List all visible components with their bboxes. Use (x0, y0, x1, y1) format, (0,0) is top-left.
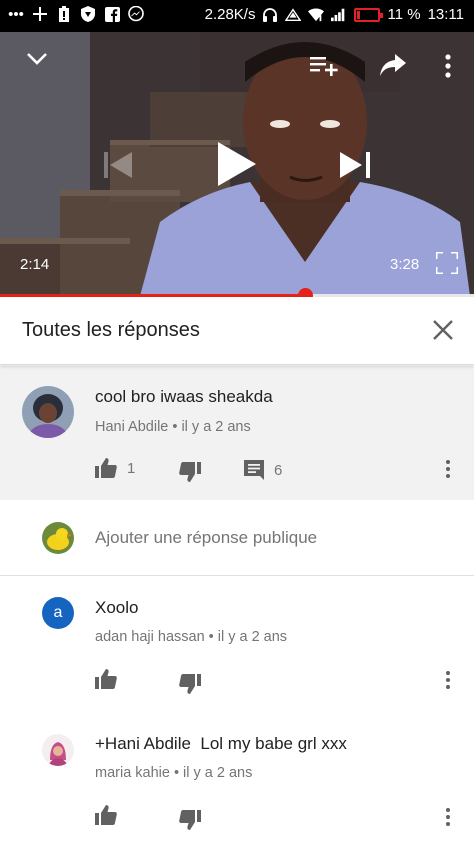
reply-meta: adan haji hassan • il y a 2 ans (95, 629, 288, 645)
more-vert-icon[interactable] (445, 670, 455, 690)
wifi-icon (308, 7, 325, 23)
comment-icon (244, 460, 264, 480)
duration: 3:28 (390, 256, 420, 273)
reply-item: +Hani Abdile Lol my babe grl xxx maria k… (0, 712, 474, 842)
reply-count: 6 (274, 461, 283, 479)
current-time: 2:14 (20, 256, 50, 273)
comment-author[interactable]: Hani Abdile (95, 419, 168, 435)
messenger-icon (128, 6, 144, 22)
nfc-icon (285, 7, 302, 23)
avatar[interactable]: a (42, 597, 74, 629)
add-reply-input[interactable]: Ajouter une réponse publique (95, 528, 317, 548)
dislike-button[interactable] (179, 674, 201, 694)
reply-button[interactable]: 6 (244, 460, 282, 480)
reply-text: +Hani Abdile Lol my babe grl xxx (95, 734, 347, 753)
reply-age: il y a 2 ans (183, 765, 253, 781)
headphones-icon (262, 7, 278, 23)
more-dots-icon: ••• (8, 5, 24, 23)
fullscreen-icon[interactable] (434, 250, 460, 279)
comment-meta: Hani Abdile • il y a 2 ans (95, 419, 251, 435)
thumbs-up-icon (95, 669, 117, 689)
dislike-button[interactable] (179, 462, 201, 482)
thumbs-up-icon (95, 805, 117, 825)
comment-age: il y a 2 ans (181, 419, 251, 435)
user-avatar (42, 522, 74, 554)
share-icon[interactable] (380, 54, 406, 81)
next-icon[interactable] (340, 152, 370, 183)
more-vert-icon[interactable] (445, 807, 455, 827)
previous-icon (104, 152, 134, 183)
video-player[interactable]: 2:14 3:28 (0, 32, 474, 296)
status-bar: ••• 2.28K/s 11 % 13:11 (0, 0, 474, 32)
close-icon[interactable] (430, 317, 456, 343)
reply-author[interactable]: adan haji hassan (95, 629, 205, 645)
collapse-chevron-icon[interactable] (26, 52, 48, 71)
reply-author[interactable]: maria kahie (95, 765, 170, 781)
like-button[interactable] (95, 805, 117, 825)
battery-percent: 11 % (387, 6, 421, 23)
facebook-icon (104, 6, 120, 22)
video-subject (140, 42, 470, 296)
thumbs-up-icon (95, 458, 117, 478)
reply-age: il y a 2 ans (217, 629, 288, 645)
dislike-button[interactable] (179, 810, 201, 830)
add-to-playlist-icon[interactable] (310, 56, 338, 81)
more-vert-icon[interactable] (445, 459, 455, 479)
reply-text: Xoolo (95, 598, 139, 617)
thumbs-down-icon (179, 810, 201, 830)
replies-panel-header: Toutes les réponses (0, 297, 474, 365)
battery-alert-icon (56, 6, 72, 22)
thumbs-down-icon (179, 462, 201, 482)
network-speed: 2.28K/s (204, 6, 256, 23)
more-options-icon[interactable] (444, 54, 452, 83)
like-button[interactable]: 1 (95, 458, 135, 478)
play-icon[interactable] (218, 142, 256, 191)
notification-icons: ••• (8, 5, 144, 23)
battery-icon (354, 7, 384, 22)
plus-icon (32, 6, 48, 22)
reply-meta: maria kahie • il y a 2 ans (95, 765, 253, 781)
reply-item: a Xoolo adan haji hassan • il y a 2 ans (0, 576, 474, 706)
signal-icon (331, 7, 347, 23)
avatar[interactable] (42, 734, 74, 766)
original-comment: cool bro iwaas sheakda Hani Abdile • il y … (0, 366, 474, 500)
thumbs-down-icon (179, 674, 201, 694)
avatar[interactable] (22, 386, 74, 438)
clock: 13:11 (427, 6, 464, 23)
vpn-shield-icon (80, 6, 96, 22)
system-status: 2.28K/s 11 % 13:11 (205, 6, 464, 23)
like-button[interactable] (95, 669, 117, 689)
like-count: 1 (127, 459, 136, 477)
panel-title: Toutes les réponses (22, 319, 200, 341)
avatar-letter: a (53, 604, 63, 621)
comment-text: cool bro iwaas sheakda (95, 387, 273, 406)
